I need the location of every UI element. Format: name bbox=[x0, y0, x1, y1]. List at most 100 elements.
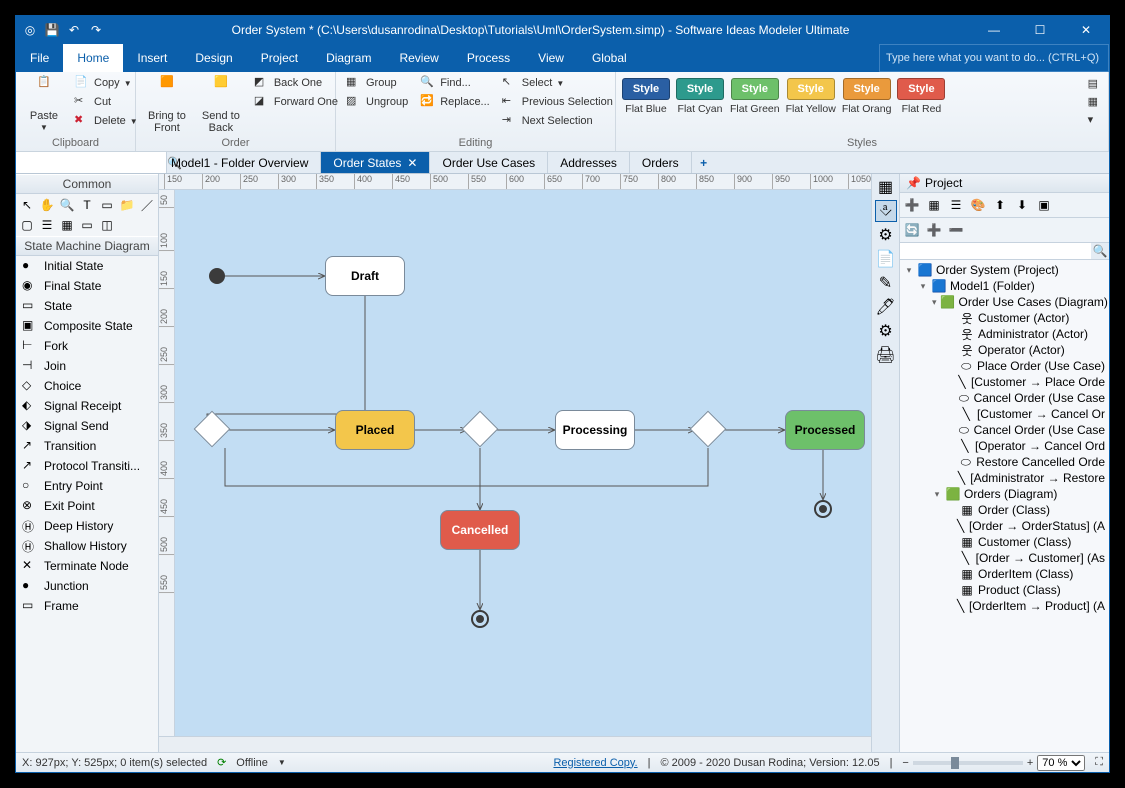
tree-node[interactable]: ╲[Customer → Cancel Or bbox=[900, 406, 1109, 422]
toolbox-item[interactable]: ◉Final State bbox=[16, 276, 158, 296]
menu-process[interactable]: Process bbox=[453, 44, 524, 72]
fullscreen-icon[interactable]: ⛶ bbox=[1095, 756, 1103, 769]
tree-node[interactable]: ▦Order (Class) bbox=[900, 502, 1109, 518]
zoom-in-icon[interactable]: + bbox=[1027, 757, 1033, 769]
final-state-2[interactable] bbox=[814, 500, 832, 518]
choice-2[interactable] bbox=[462, 411, 499, 448]
tree-node[interactable]: ╲[Order → Customer] (As bbox=[900, 550, 1109, 566]
menu-review[interactable]: Review bbox=[385, 44, 452, 72]
group-button[interactable]: ▦Group bbox=[342, 74, 412, 92]
toolbox-item[interactable]: ●Initial State bbox=[16, 256, 158, 276]
nav-up-icon[interactable]: ⬆ bbox=[991, 196, 1009, 214]
collapse-icon[interactable]: ▣ bbox=[1035, 196, 1053, 214]
pin-icon[interactable]: 📌 bbox=[906, 176, 921, 190]
region-icon[interactable]: ▭ bbox=[99, 197, 115, 213]
search-icon[interactable]: 🔍 bbox=[1091, 243, 1109, 259]
tree-node[interactable]: ▾🟦Model1 (Folder) bbox=[900, 278, 1109, 294]
add-icon[interactable]: ➕ bbox=[925, 221, 943, 239]
expander-icon[interactable]: ▾ bbox=[918, 281, 928, 292]
strip-1-icon[interactable]: ▦ bbox=[875, 176, 897, 198]
connector-icon[interactable]: ／ bbox=[139, 197, 155, 213]
nav-down-icon[interactable]: ⬇ bbox=[1013, 196, 1031, 214]
ungroup-button[interactable]: ▨Ungroup bbox=[342, 93, 412, 111]
cut-button[interactable]: ✂Cut bbox=[70, 93, 142, 111]
toolbox-item[interactable]: ▭Frame bbox=[16, 596, 158, 616]
ribbon-search[interactable]: Type here what you want to do... (CTRL+Q… bbox=[879, 44, 1109, 72]
zoom-control[interactable]: − + 70 % bbox=[902, 755, 1085, 771]
horizontal-scrollbar[interactable] bbox=[159, 736, 871, 752]
menu-insert[interactable]: Insert bbox=[123, 44, 181, 72]
tree-node[interactable]: ⬭Restore Cancelled Orde bbox=[900, 454, 1109, 470]
stack-icon[interactable]: ☰ bbox=[39, 217, 55, 233]
tree-node[interactable]: ▾🟩Order Use Cases (Diagram) bbox=[900, 294, 1109, 310]
tree-node[interactable]: 웃Operator (Actor) bbox=[900, 342, 1109, 358]
initial-state[interactable] bbox=[209, 268, 225, 284]
strip-4-icon[interactable]: 📄 bbox=[875, 248, 897, 270]
toolbox-search-input[interactable] bbox=[16, 152, 166, 173]
state-cancelled[interactable]: Cancelled bbox=[440, 510, 520, 550]
add-tab-button[interactable]: + bbox=[692, 152, 716, 173]
strip-7-icon[interactable]: ⚙ bbox=[875, 320, 897, 342]
list-view-icon[interactable]: ☰ bbox=[947, 196, 965, 214]
grid-view-icon[interactable]: ▦ bbox=[925, 196, 943, 214]
expander-icon[interactable]: ▾ bbox=[932, 489, 942, 500]
folder-icon[interactable]: 📁 bbox=[119, 197, 135, 213]
strip-5-icon[interactable]: ✎ bbox=[875, 272, 897, 294]
colors-icon[interactable]: 🎨 bbox=[969, 196, 987, 214]
next-selection-button[interactable]: ⇥Next Selection bbox=[498, 112, 617, 130]
toolbox-item[interactable]: ▭State bbox=[16, 296, 158, 316]
bring-to-front-button[interactable]: 🟧Bring to Front bbox=[142, 74, 192, 136]
doc-tab[interactable]: Orders bbox=[630, 152, 692, 173]
previous-selection-button[interactable]: ⇤Previous Selection bbox=[498, 93, 617, 111]
strip-6-icon[interactable]: 🖊 bbox=[875, 296, 897, 318]
toolbox-item[interactable]: ⊢Fork bbox=[16, 336, 158, 356]
diagram-canvas[interactable]: Draft Placed Processing Processed Cancel… bbox=[175, 190, 871, 736]
new-diagram-icon[interactable]: ➕ bbox=[903, 196, 921, 214]
doc-tab[interactable]: Order Use Cases bbox=[430, 152, 548, 173]
toolbox-item[interactable]: ⒽShallow History bbox=[16, 536, 158, 556]
style-chip[interactable]: Style bbox=[731, 78, 779, 100]
container2-icon[interactable]: ◫ bbox=[99, 217, 115, 233]
choice-1[interactable] bbox=[194, 411, 231, 448]
status-offline[interactable]: Offline bbox=[236, 757, 268, 769]
strip-8-icon[interactable]: 🖨 bbox=[875, 344, 897, 366]
doc-tab[interactable]: Addresses bbox=[548, 152, 630, 173]
expander-icon[interactable]: ▾ bbox=[932, 297, 937, 308]
tree-node[interactable]: ╲[Order → OrderStatus] (A bbox=[900, 518, 1109, 534]
tree-node[interactable]: ▦Product (Class) bbox=[900, 582, 1109, 598]
menu-global[interactable]: Global bbox=[578, 44, 641, 72]
copy-button[interactable]: 📄Copy ▼ bbox=[70, 74, 142, 92]
minimize-button[interactable]: — bbox=[971, 16, 1017, 44]
toolbox-item[interactable]: ▣Composite State bbox=[16, 316, 158, 336]
text-icon[interactable]: T bbox=[79, 197, 95, 213]
pointer-icon[interactable]: ↖ bbox=[19, 197, 35, 213]
state-placed[interactable]: Placed bbox=[335, 410, 415, 450]
style-chip[interactable]: Style bbox=[843, 78, 891, 100]
toolbox-item[interactable]: ✕Terminate Node bbox=[16, 556, 158, 576]
zoom-out-icon[interactable]: − bbox=[902, 757, 908, 769]
strip-3-icon[interactable]: ⚙ bbox=[875, 224, 897, 246]
tree-node[interactable]: ╲[OrderItem → Product] (A bbox=[900, 598, 1109, 614]
save-icon[interactable]: 💾 bbox=[44, 22, 60, 38]
tree-node[interactable]: ╲[Operator → Cancel Ord bbox=[900, 438, 1109, 454]
style-more-2[interactable]: ▦ bbox=[1084, 94, 1102, 109]
style-chip[interactable]: Style bbox=[787, 78, 835, 100]
undo-icon[interactable]: ↶ bbox=[66, 22, 82, 38]
menu-file[interactable]: File bbox=[16, 44, 63, 72]
toolbox-item[interactable]: ⊗Exit Point bbox=[16, 496, 158, 516]
zoom-select[interactable]: 70 % bbox=[1037, 755, 1085, 771]
menu-home[interactable]: Home bbox=[63, 44, 123, 72]
find-button[interactable]: 🔍Find... bbox=[416, 74, 494, 92]
state-processing[interactable]: Processing bbox=[555, 410, 635, 450]
toolbox-item[interactable]: ⬗Signal Send bbox=[16, 416, 158, 436]
refresh-icon[interactable]: 🔄 bbox=[903, 221, 921, 239]
tree-node[interactable]: ╲[Customer → Place Orde bbox=[900, 374, 1109, 390]
tree-node[interactable]: ╲[Administrator → Restore bbox=[900, 470, 1109, 486]
close-tab-icon[interactable]: ✕ bbox=[407, 156, 417, 170]
style-chip[interactable]: Style bbox=[622, 78, 670, 100]
doc-tab[interactable]: Order States✕ bbox=[321, 152, 430, 173]
tree-node[interactable]: ⬭Cancel Order (Use Case bbox=[900, 422, 1109, 438]
close-button[interactable]: ✕ bbox=[1063, 16, 1109, 44]
tree-node[interactable]: 웃Administrator (Actor) bbox=[900, 326, 1109, 342]
tree-node[interactable]: ▾🟩Orders (Diagram) bbox=[900, 486, 1109, 502]
